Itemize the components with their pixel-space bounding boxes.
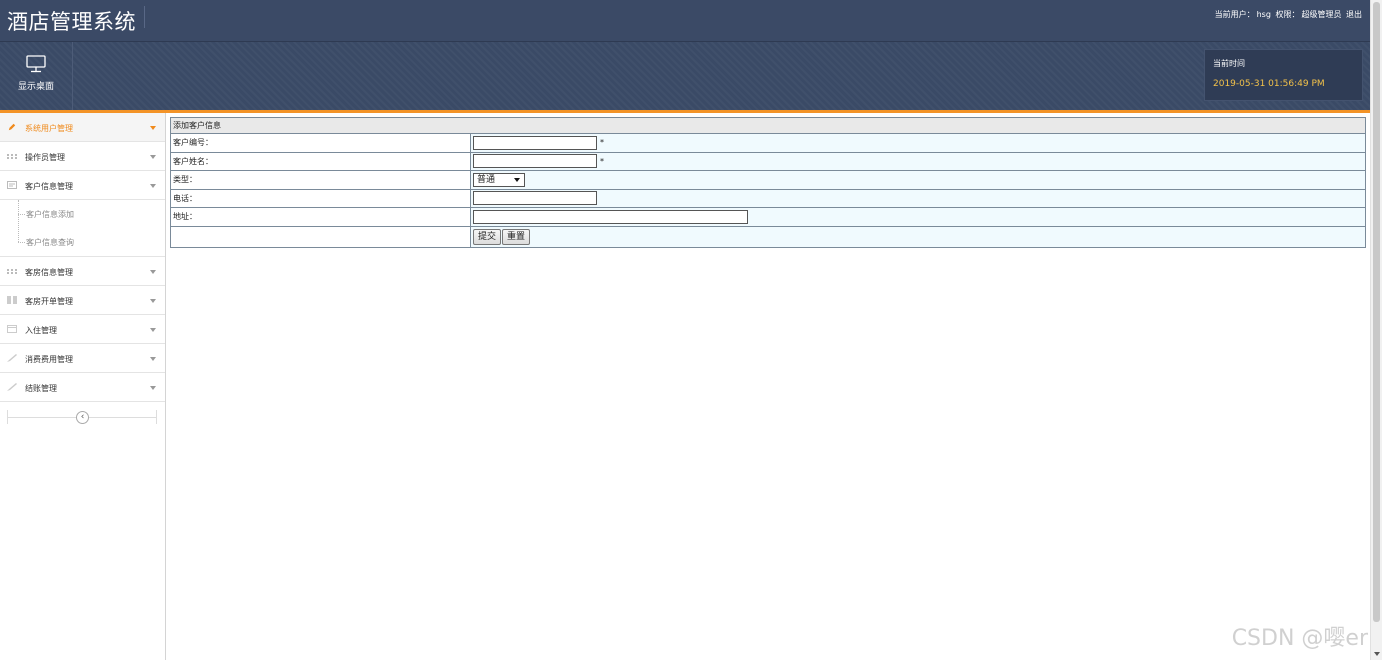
sidebar-item-label: 入住管理: [25, 326, 57, 335]
form-row-name: 客户姓名： *: [170, 151, 1366, 171]
customer-info-submenu: 客户信息添加 客户信息查询: [0, 200, 165, 257]
show-desktop-label: 显示桌面: [17, 82, 54, 92]
chevron-down-icon: [150, 299, 156, 303]
form-row-actions: 提交 重置: [170, 225, 1366, 248]
card-icon: [7, 181, 17, 189]
sidebar-item-label: 系统用户管理: [25, 124, 73, 133]
scroll-down-arrow-icon[interactable]: [1374, 652, 1380, 656]
customer-type-select[interactable]: 普通: [473, 172, 525, 187]
form-row-type: 类型： 普通: [170, 170, 1366, 190]
role-label: 权限：: [1275, 10, 1300, 19]
customer-type-label: 类型：: [170, 170, 471, 190]
scrollbar-thumb[interactable]: [1373, 2, 1380, 622]
app-title: 酒店管理系统: [7, 10, 136, 34]
sidebar-item-operators[interactable]: 操作员管理: [0, 142, 165, 171]
divider: [156, 410, 157, 424]
customer-name-label: 客户姓名：: [170, 151, 471, 171]
show-desktop-button[interactable]: 显示桌面: [0, 42, 73, 110]
grid-icon: [7, 269, 17, 274]
top-header: 酒店管理系统 当前用户： hsg 权限： 超级管理员 退出: [0, 0, 1370, 42]
watermark: CSDN @嘤er: [1231, 626, 1368, 651]
address-input[interactable]: [473, 209, 748, 224]
monitor-icon: [26, 55, 46, 73]
calendar-icon: [7, 325, 17, 333]
chevron-down-icon: [150, 357, 156, 361]
form-header-row: 添加客户信息: [170, 117, 1366, 134]
form-title: 添加客户信息: [170, 117, 1366, 134]
brush-icon: [7, 354, 17, 362]
sidebar-subitem-customer-add[interactable]: 客户信息添加: [0, 200, 165, 228]
columns-icon: [7, 296, 17, 304]
sidebar-item-label: 客户信息管理: [25, 182, 73, 191]
required-mark: *: [600, 156, 604, 166]
sidebar-item-room-info[interactable]: 客房信息管理: [0, 257, 165, 286]
sidebar-item-room-orders[interactable]: 客房开单管理: [0, 286, 165, 315]
accent-stripe: [0, 110, 1370, 113]
chevron-down-icon: [150, 328, 156, 332]
chevron-down-icon: [150, 386, 156, 390]
address-label: 地址：: [170, 207, 471, 227]
actions-cell: 提交 重置: [470, 225, 1366, 248]
collapse-sidebar-button[interactable]: ‹: [76, 411, 89, 424]
sidebar-subitem-label: 客户信息查询: [26, 238, 74, 247]
form-row-phone: 电话：: [170, 188, 1366, 208]
sidebar-item-label: 客房开单管理: [25, 297, 73, 306]
sidebar-item-consumption[interactable]: 消费费用管理: [0, 344, 165, 373]
user-label: 当前用户：: [1214, 10, 1255, 19]
customer-code-cell: *: [470, 133, 1366, 153]
sidebar-item-customer-info[interactable]: 客户信息管理: [0, 171, 165, 200]
form-table: 添加客户信息 客户编号： * 客户姓名： * 类型： 普通 电话： 地址： 提交…: [170, 117, 1366, 248]
vertical-scrollbar[interactable]: [1370, 0, 1382, 660]
current-time-value: 2019-05-31 01:56:49 PM: [1213, 79, 1325, 89]
address-cell: [470, 207, 1366, 227]
sidebar-item-label: 操作员管理: [25, 153, 65, 162]
phone-label: 电话：: [170, 188, 471, 208]
user-info: 当前用户： hsg 权限： 超级管理员 退出: [1213, 9, 1362, 20]
sidebar-subitem-customer-query[interactable]: 客户信息查询: [0, 228, 165, 256]
form-row-address: 地址：: [170, 207, 1366, 227]
current-time-box: 当前时间 2019-05-31 01:56:49 PM: [1204, 49, 1363, 101]
sidebar-item-system-users[interactable]: 系统用户管理: [0, 113, 165, 142]
chevron-down-icon: [150, 184, 156, 188]
customer-code-label: 客户编号：: [170, 133, 471, 153]
customer-type-selected: 普通: [477, 174, 496, 185]
current-time-title: 当前时间: [1213, 59, 1245, 68]
divider: [7, 410, 8, 424]
toolbar: 显示桌面 当前时间 2019-05-31 01:56:49 PM: [0, 42, 1370, 110]
sidebar-subitem-label: 客户信息添加: [26, 210, 74, 219]
grid-icon: [7, 154, 17, 159]
dropdown-arrow-icon: [514, 177, 520, 182]
customer-add-form: 添加客户信息 客户编号： * 客户姓名： * 类型： 普通 电话： 地址： 提交…: [170, 117, 1366, 248]
sidebar-item-label: 消费费用管理: [25, 355, 73, 364]
phone-input[interactable]: [473, 191, 597, 206]
customer-type-cell: 普通: [470, 170, 1366, 190]
sidebar: 系统用户管理 操作员管理 客户信息管理 客户信息添加 客户信息查询 客房信息管理: [0, 113, 166, 660]
chevron-down-icon: [150, 155, 156, 159]
logout-link[interactable]: 退出: [1346, 10, 1362, 19]
sidebar-item-label: 结账管理: [25, 384, 57, 393]
actions-empty-cell: [170, 225, 471, 248]
tree-tick: [18, 214, 25, 215]
pencil-icon: [8, 123, 16, 131]
phone-cell: [470, 188, 1366, 208]
customer-name-input[interactable]: [473, 154, 597, 169]
submit-button[interactable]: 提交: [473, 228, 502, 245]
customer-code-input[interactable]: [473, 135, 597, 150]
sidebar-item-checkin[interactable]: 入住管理: [0, 315, 165, 344]
required-mark: *: [600, 138, 604, 148]
sidebar-item-label: 客房信息管理: [25, 268, 73, 277]
title-divider: [144, 6, 145, 28]
reset-button[interactable]: 重置: [502, 228, 531, 245]
chevron-down-icon: [150, 270, 156, 274]
user-name: hsg: [1256, 10, 1271, 19]
form-row-code: 客户编号： *: [170, 133, 1366, 153]
sidebar-collapse-row: ‹: [0, 402, 165, 432]
sidebar-item-checkout[interactable]: 结账管理: [0, 373, 165, 402]
tree-tick: [18, 242, 25, 243]
chevron-down-icon: [150, 126, 156, 130]
customer-name-cell: *: [470, 151, 1366, 171]
brush-icon: [7, 383, 17, 391]
role-name: 超级管理员: [1301, 10, 1342, 19]
